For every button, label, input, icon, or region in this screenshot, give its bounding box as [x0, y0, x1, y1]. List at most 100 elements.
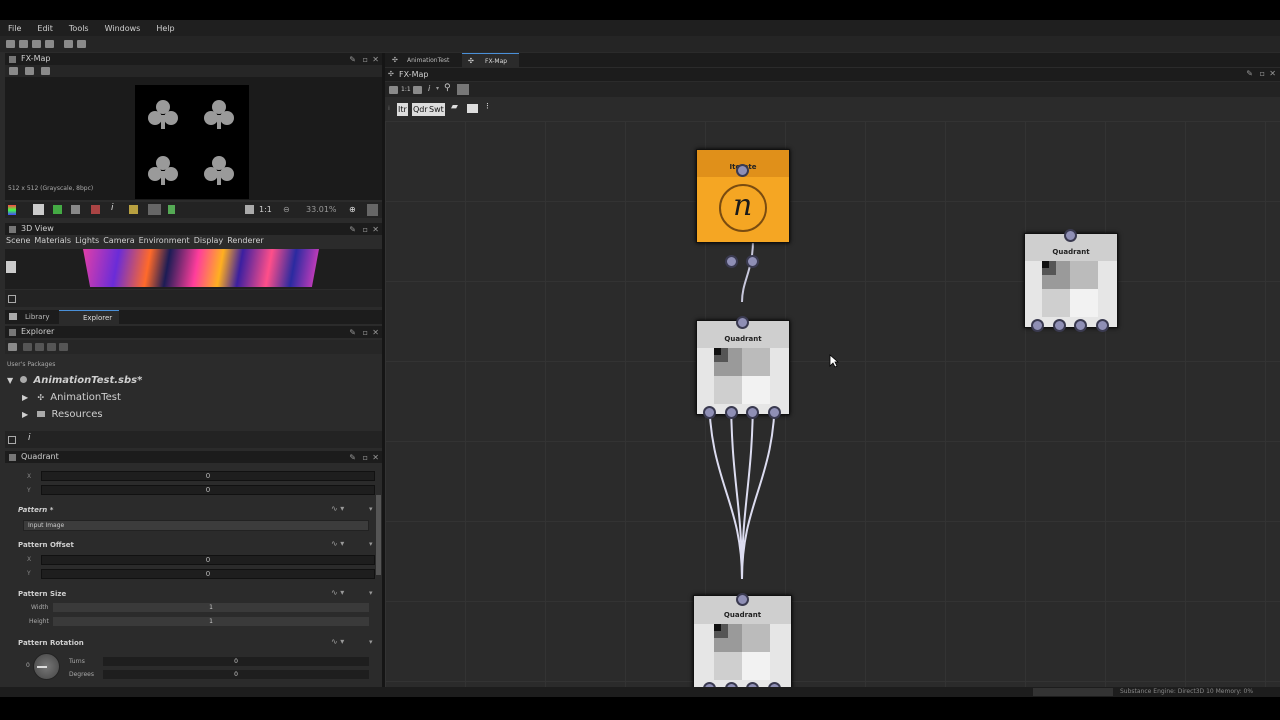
collapse-icon[interactable]: ▾	[369, 540, 373, 548]
channels-icon[interactable]	[8, 205, 16, 215]
tab-library[interactable]: Library	[25, 313, 49, 321]
zoom-out-icon[interactable]: ⊖	[283, 205, 290, 214]
new-icon[interactable]	[6, 40, 15, 48]
degrees-field[interactable]: 0	[103, 670, 369, 679]
fxmap-preview-viewport[interactable]: 512 x 512 (Grayscale, 8bpc)	[5, 77, 382, 200]
collapse-icon[interactable]: ▾	[369, 505, 373, 513]
expand-arrow-icon[interactable]: ▶	[22, 410, 28, 419]
collapse-icon[interactable]: ▾	[369, 589, 373, 597]
color-icon[interactable]	[53, 205, 62, 214]
iterate-input-port[interactable]	[736, 164, 749, 177]
quadrant-output-port[interactable]	[746, 406, 759, 419]
info-icon[interactable]: i	[111, 203, 114, 213]
3dview-menu-camera[interactable]: Camera	[103, 236, 134, 248]
float-icon[interactable]: ▫	[363, 224, 368, 236]
close-icon[interactable]: ✕	[1269, 69, 1276, 78]
menu-tools[interactable]: Tools	[61, 24, 97, 33]
switch-tool-button[interactable]: Swt	[428, 103, 445, 116]
link-icon[interactable]	[457, 84, 469, 95]
comment-icon[interactable]: ▰	[451, 102, 458, 112]
zoom-in-icon[interactable]: ⊕	[349, 205, 356, 214]
preview-tool-icon[interactable]	[25, 67, 34, 75]
search-icon[interactable]: ⚲	[444, 83, 451, 93]
quadrant-output-port[interactable]	[1053, 319, 1066, 332]
3dview-viewport[interactable]	[5, 249, 382, 289]
3dview-menu-lights[interactable]: Lights	[75, 236, 99, 248]
function-icon[interactable]: ∿ ▾	[331, 539, 344, 548]
menu-file[interactable]: File	[0, 24, 29, 33]
pin-icon[interactable]: ✎	[349, 327, 356, 339]
rotation-dial[interactable]	[33, 653, 60, 680]
new-package-icon[interactable]	[8, 343, 17, 351]
expand-arrow-icon[interactable]: ▶	[22, 393, 28, 402]
quadrant-output-port[interactable]	[768, 406, 781, 419]
explorer-tool-icon[interactable]	[35, 343, 44, 351]
iterate-tool-button[interactable]: Itr	[397, 103, 408, 116]
float-icon[interactable]: ▫	[363, 327, 368, 339]
pin-icon[interactable]: ✎	[349, 224, 356, 236]
preview-tool-icon[interactable]	[41, 67, 50, 75]
3dview-menu-materials[interactable]: Materials	[34, 236, 71, 248]
menu-edit[interactable]: Edit	[29, 24, 61, 33]
3dview-menu-display[interactable]: Display	[194, 236, 224, 248]
graph-scale[interactable]: 1:1	[401, 86, 411, 93]
3dview-menu-environment[interactable]: Environment	[139, 236, 190, 248]
explorer-tool-icon[interactable]	[47, 343, 56, 351]
3dview-menu-scene[interactable]: Scene	[6, 236, 30, 248]
tab-animationtest[interactable]: ✣ AnimationTest	[385, 53, 460, 67]
quadrant-output-port[interactable]	[1031, 319, 1044, 332]
package-row[interactable]: ▼ AnimationTest.sbs*	[7, 375, 142, 386]
quadrant-input-port[interactable]	[736, 593, 749, 606]
expand-arrow-icon[interactable]: ▼	[7, 376, 13, 385]
width-slider[interactable]: 1	[53, 603, 369, 612]
offset-x-field[interactable]: 0	[41, 555, 375, 565]
channel-icon[interactable]	[168, 205, 175, 214]
turns-field[interactable]: 0	[103, 657, 369, 666]
properties-scrollbar[interactable]	[376, 495, 381, 575]
frame-icon[interactable]	[389, 86, 398, 94]
float-icon[interactable]: ▫	[1260, 69, 1265, 78]
undo-icon[interactable]	[64, 40, 73, 48]
open-icon[interactable]	[19, 40, 28, 48]
graph-icon[interactable]	[8, 436, 16, 444]
quadrant-node-2[interactable]: Quadrant	[1024, 233, 1118, 328]
explorer-tool-icon[interactable]	[59, 343, 68, 351]
grid-icon[interactable]	[71, 205, 80, 214]
function-icon[interactable]: ∿ ▾	[331, 504, 344, 513]
close-icon[interactable]: ✕	[372, 224, 379, 236]
function-icon[interactable]: ∿ ▾	[331, 637, 344, 646]
menu-help[interactable]: Help	[148, 24, 182, 33]
explorer-tool-icon[interactable]	[23, 343, 32, 351]
settings-icon[interactable]	[367, 204, 378, 216]
quadrant-output-port[interactable]	[1074, 319, 1087, 332]
iterate-output-port[interactable]	[746, 255, 759, 268]
function-icon[interactable]: ∿ ▾	[331, 588, 344, 597]
iterate-output-port[interactable]	[725, 255, 738, 268]
quadrant-node-3[interactable]: Quadrant	[693, 595, 792, 695]
pin-icon[interactable]: ✎	[1246, 69, 1253, 78]
tab-fxmap[interactable]: ✣ FX-Map	[462, 53, 519, 67]
pattern-select[interactable]: Input Image	[23, 520, 369, 531]
tile-icon[interactable]	[33, 204, 44, 215]
height-slider[interactable]: 1	[53, 617, 369, 626]
quadrant-node-1[interactable]: Quadrant	[696, 320, 790, 415]
fit-icon[interactable]	[245, 205, 254, 214]
offset-y-field[interactable]: 0	[41, 569, 375, 579]
save-all-icon[interactable]	[45, 40, 54, 48]
quadrant-tool-button[interactable]: Qdr	[412, 103, 429, 116]
more-icon[interactable]: ⁝	[486, 102, 489, 112]
3dview-side-icon[interactable]	[6, 261, 16, 273]
frame-node-icon[interactable]	[467, 104, 478, 113]
histogram-icon[interactable]	[129, 205, 138, 214]
preview-tool-icon[interactable]	[9, 67, 18, 75]
collapse-icon[interactable]: ▾	[369, 638, 373, 646]
tab-explorer[interactable]: Explorer	[59, 310, 119, 324]
tree-item-resources[interactable]: ▶ Resources	[22, 409, 103, 420]
alpha-icon[interactable]	[91, 205, 100, 214]
tree-item-animationtest[interactable]: ▶ ✣ AnimationTest	[22, 392, 121, 403]
image-icon[interactable]	[413, 86, 422, 94]
quadrant-output-port[interactable]	[703, 406, 716, 419]
info-icon[interactable]: i	[428, 84, 430, 93]
quadrant-output-port[interactable]	[1096, 319, 1109, 332]
graph-canvas[interactable]: Iterate n Quadrant Quadrant	[385, 121, 1280, 695]
